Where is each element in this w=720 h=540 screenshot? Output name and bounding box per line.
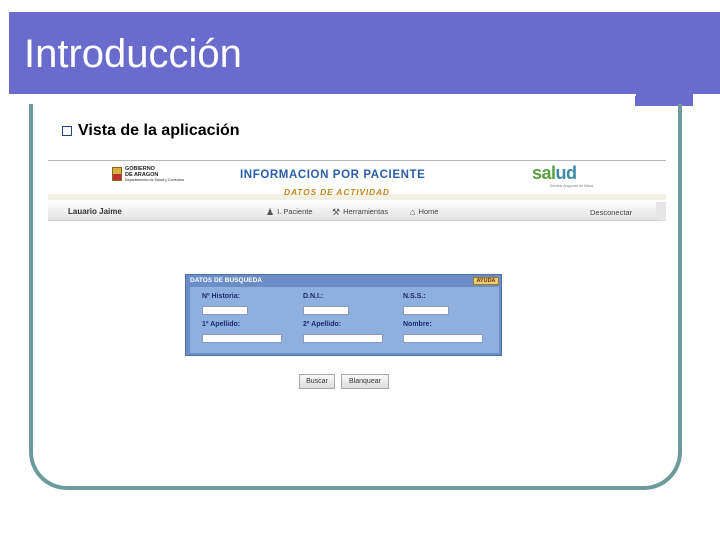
- dni-input[interactable]: [303, 306, 349, 315]
- apellido1-label: 1º Apellido:: [202, 321, 241, 328]
- apellido2-input[interactable]: [303, 334, 383, 343]
- gov-logo-sub: Departamento de Salud y Consumo: [125, 178, 185, 182]
- historia-input[interactable]: [202, 306, 248, 315]
- nav-item-label: Home: [418, 207, 439, 216]
- search-panel: DATOS DE BUSQUEDA AYUDA Nº Historia: D.N…: [185, 274, 502, 356]
- salud-logo-part2: ud: [555, 163, 578, 183]
- disconnect-link[interactable]: Desconectar: [590, 208, 632, 217]
- nav-item-herramientas[interactable]: ⚒ Herramientas: [332, 207, 388, 216]
- search-button[interactable]: Buscar: [299, 374, 335, 389]
- search-form: Nº Historia: D.N.I.: N.S.S.: 1º Apellido…: [190, 287, 499, 353]
- frame-edge: [29, 104, 33, 124]
- nav-item-paciente[interactable]: ♟ I. Paciente: [266, 207, 313, 216]
- apellido2-label: 2º Apellido:: [303, 321, 342, 328]
- salud-logo-sub: Servicio Aragonés de Salud: [550, 184, 593, 188]
- search-panel-title: DATOS DE BUSQUEDA: [190, 277, 262, 284]
- aragon-shield-icon: [112, 167, 122, 181]
- apellido1-input[interactable]: [202, 334, 282, 343]
- app-title: INFORMACION POR PACIENTE: [240, 169, 426, 181]
- help-button[interactable]: AYUDA: [473, 277, 499, 285]
- nav-item-label: Herramientas: [343, 207, 389, 216]
- bullet-text: Vista de la aplicación: [78, 122, 240, 139]
- clear-button[interactable]: Blanquear: [341, 374, 389, 389]
- historia-label: Nº Historia:: [202, 293, 240, 300]
- dni-label: D.N.I.:: [303, 293, 324, 300]
- title-divider: [24, 94, 636, 96]
- app-subtitle: DATOS DE ACTIVIDAD: [284, 187, 390, 197]
- nav-bar: Lauario Jaime ♟ I. Paciente ⚒ Herramient…: [48, 202, 666, 221]
- person-icon: ♟: [266, 206, 275, 217]
- nss-input[interactable]: [403, 306, 449, 315]
- home-icon: ⌂: [410, 206, 416, 217]
- gobierno-aragon-logo: GOBIERNO DE ARAGON Departamento de Salud…: [112, 166, 184, 182]
- bullet-item: Vista de la aplicación: [62, 122, 240, 140]
- nombre-input[interactable]: [403, 334, 483, 343]
- slide-title: Introducción: [24, 32, 242, 76]
- nss-label: N.S.S.:: [403, 293, 426, 300]
- salud-logo: salud: [532, 163, 577, 184]
- nombre-label: Nombre:: [403, 321, 432, 328]
- salud-logo-part1: sal: [532, 163, 556, 183]
- app-screenshot: GOBIERNO DE ARAGON Departamento de Salud…: [48, 158, 666, 394]
- tools-icon: ⚒: [332, 206, 341, 217]
- checkbox-bullet-icon: [62, 126, 72, 136]
- nav-item-label: I. Paciente: [277, 207, 313, 216]
- current-user: Lauario Jaime: [68, 207, 122, 216]
- nav-item-home[interactable]: ⌂ Home: [410, 207, 438, 216]
